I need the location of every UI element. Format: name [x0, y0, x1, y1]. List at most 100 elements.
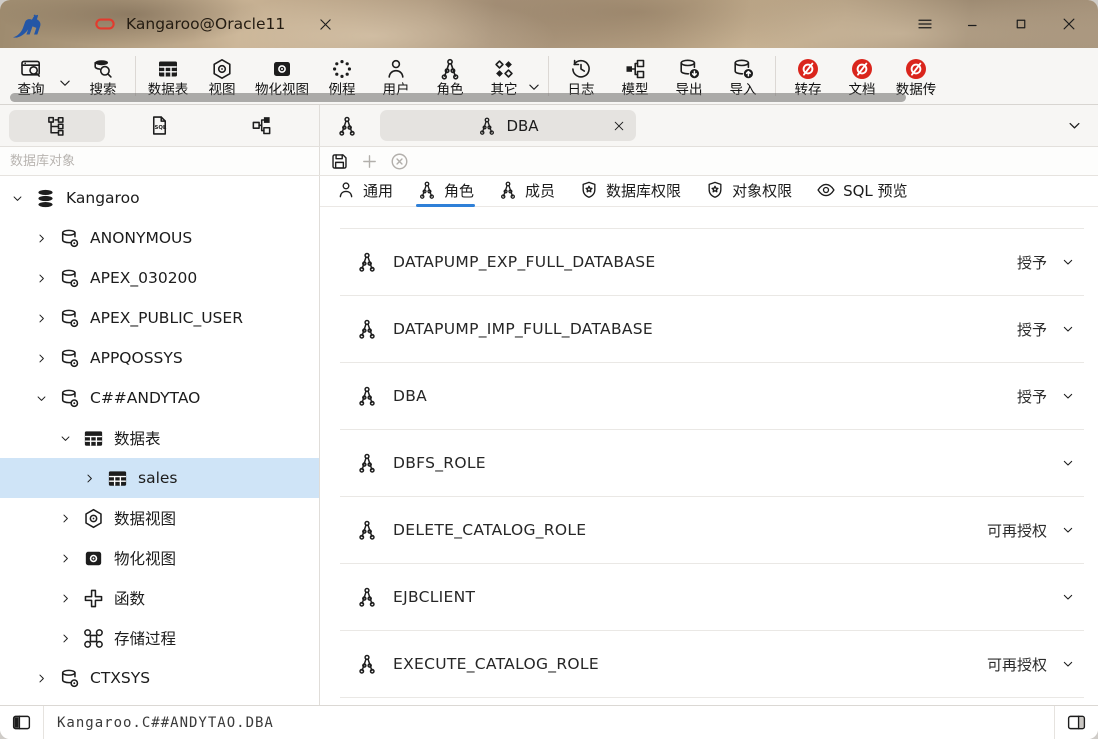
table-grid-icon [156, 56, 180, 82]
chevron-down-icon[interactable] [1060, 388, 1076, 404]
role-compass-icon [501, 181, 516, 199]
chevron-right-icon[interactable] [58, 591, 73, 606]
grant-badge: 授予 [1016, 320, 1047, 339]
status-bar: Kangaroo.C##ANDYTAO.DBA [0, 705, 1098, 739]
tab-members[interactable]: 成员 [497, 176, 556, 204]
role-row-execute-catalog-role[interactable]: EXECUTE_CATALOG_ROLE 可再授权 [340, 631, 1084, 698]
hamburger-menu-icon[interactable] [916, 15, 934, 33]
database-search-icon [91, 56, 115, 82]
editor-actions [320, 147, 1098, 175]
window-controls [916, 15, 1078, 33]
save-icon[interactable] [329, 151, 350, 172]
tab-roles[interactable]: 角色 [416, 176, 476, 207]
view-hexagon-eye-icon [82, 507, 105, 530]
clipped-row-divider [340, 207, 1084, 229]
shield-star-icon [582, 181, 596, 198]
statusbar-separator [1054, 706, 1055, 739]
cancel-circle-icon[interactable] [389, 151, 410, 172]
close-icon[interactable] [317, 16, 334, 33]
tree-item-c##andytao[interactable]: C##ANDYTAO [0, 378, 319, 418]
role-row-datapump-imp-full-database[interactable]: DATAPUMP_IMP_FULL_DATABASE 授予 [340, 296, 1084, 363]
grant-badge: 可再授权 [986, 655, 1047, 674]
toolbar-separator [135, 56, 136, 96]
chevron-down-icon[interactable] [10, 191, 25, 206]
view-hexagon-eye-icon [210, 56, 234, 82]
chevron-right-icon[interactable] [58, 551, 73, 566]
user-icon [339, 182, 353, 198]
user-icon [384, 56, 408, 82]
tree-item-stored-procedures[interactable]: 存储过程 [0, 618, 319, 658]
sidebar-tab-sql[interactable] [111, 110, 207, 142]
tab-general[interactable]: 通用 [335, 176, 394, 204]
tab-sql-preview[interactable]: SQL 预览 [815, 176, 908, 204]
role-row-dbfs-role[interactable]: DBFS_ROLE [340, 430, 1084, 497]
chevron-right-icon[interactable] [58, 631, 73, 646]
tree-item-apex-030200[interactable]: APEX_030200 [0, 258, 319, 298]
chevron-down-icon[interactable] [58, 431, 73, 446]
role-row-dba[interactable]: DBA 授予 [340, 363, 1084, 430]
chevron-down-icon[interactable] [1060, 455, 1076, 471]
role-compass-icon [359, 252, 375, 272]
main-toolbar: 查询 搜索 数据表 视图 物化视图 例程 用户 角色 其它 日志 模型 导出 导… [0, 48, 1098, 105]
chevron-down-icon[interactable] [1060, 522, 1076, 538]
role-compass-icon [359, 654, 375, 674]
tree-item-ctxsys[interactable]: CTXSYS [0, 658, 319, 698]
chevron-right-icon[interactable] [34, 231, 49, 246]
materialized-view-icon [270, 56, 294, 82]
tree-item-anonymous[interactable]: ANONYMOUS [0, 218, 319, 258]
toggle-left-panel-icon[interactable] [11, 712, 32, 733]
plus-icon[interactable] [359, 151, 380, 172]
document-tab-dba[interactable]: DBA [380, 110, 636, 141]
editor-tab-strip: 通用 角色 成员 数据库权限 对象权限 SQL 预览 [320, 176, 1098, 207]
sidebar-tab-objects[interactable] [9, 109, 106, 142]
disabled-red-icon [850, 56, 874, 82]
tree-item-functions[interactable]: 函数 [0, 578, 319, 618]
tree-item-sales[interactable]: sales [0, 458, 319, 498]
tab-object-privileges[interactable]: 对象权限 [704, 176, 793, 204]
role-row-delete-catalog-role[interactable]: DELETE_CATALOG_ROLE 可再授权 [340, 497, 1084, 564]
chevron-down-icon[interactable] [1060, 321, 1076, 337]
database-import-icon [731, 56, 755, 82]
tree-item-appqossys[interactable]: APPQOSSYS [0, 338, 319, 378]
sidebar-tab-diagram[interactable] [214, 110, 310, 142]
tab-database-privileges[interactable]: 数据库权限 [578, 176, 682, 204]
chevron-down-icon[interactable] [1060, 589, 1076, 605]
chevron-down-icon[interactable] [56, 74, 74, 92]
connection-tab[interactable]: Kangaroo@Oracle11 [94, 13, 334, 35]
chevron-right-icon[interactable] [34, 671, 49, 686]
chevron-down-icon[interactable] [34, 391, 49, 406]
chevron-right-icon[interactable] [34, 271, 49, 286]
chevron-down-icon[interactable] [1065, 116, 1084, 135]
chevron-right-icon[interactable] [34, 351, 49, 366]
tree-item-materialized-views[interactable]: 物化视图 [0, 538, 319, 578]
close-icon[interactable] [612, 119, 626, 133]
minimize-icon[interactable] [964, 15, 982, 33]
chevron-right-icon[interactable] [82, 471, 97, 486]
role-row-datapump-exp-full-database[interactable]: DATAPUMP_EXP_FULL_DATABASE 授予 [340, 229, 1084, 296]
connection-tab-label: Kangaroo@Oracle11 [126, 15, 286, 33]
chevron-down-icon[interactable] [1060, 254, 1076, 270]
chevron-down-icon[interactable] [1060, 656, 1076, 672]
shield-star-icon [708, 181, 722, 198]
chevron-right-icon[interactable] [58, 511, 73, 526]
object-filter-input[interactable] [0, 147, 319, 175]
toolbar-separator [775, 56, 776, 96]
close-icon[interactable] [1060, 15, 1078, 33]
maximize-icon[interactable] [1012, 15, 1030, 33]
role-compass-icon [339, 116, 355, 136]
tree-item-tables[interactable]: 数据表 [0, 418, 319, 458]
toolbar-scrollbar[interactable] [10, 93, 906, 102]
schema-icon [58, 667, 81, 690]
query-search-icon [19, 56, 43, 82]
role-list: DATAPUMP_EXP_FULL_DATABASE 授予 DATAPUMP_I… [320, 207, 1098, 705]
tree-item-apex-public-user[interactable]: APEX_PUBLIC_USER [0, 298, 319, 338]
role-row-ejbclient[interactable]: EJBCLIENT [340, 564, 1084, 631]
tree-item-data-views[interactable]: 数据视图 [0, 498, 319, 538]
schema-icon [58, 387, 81, 410]
stored-procedure-icon [82, 627, 105, 650]
role-editor: 通用 角色 成员 数据库权限 对象权限 SQL 预览 DATAPUMP_EXP_… [320, 176, 1098, 705]
toggle-right-panel-icon[interactable] [1066, 712, 1087, 733]
chevron-right-icon[interactable] [34, 311, 49, 326]
tree-item-kangaroo[interactable]: Kangaroo [0, 178, 319, 218]
schema-icon [58, 347, 81, 370]
